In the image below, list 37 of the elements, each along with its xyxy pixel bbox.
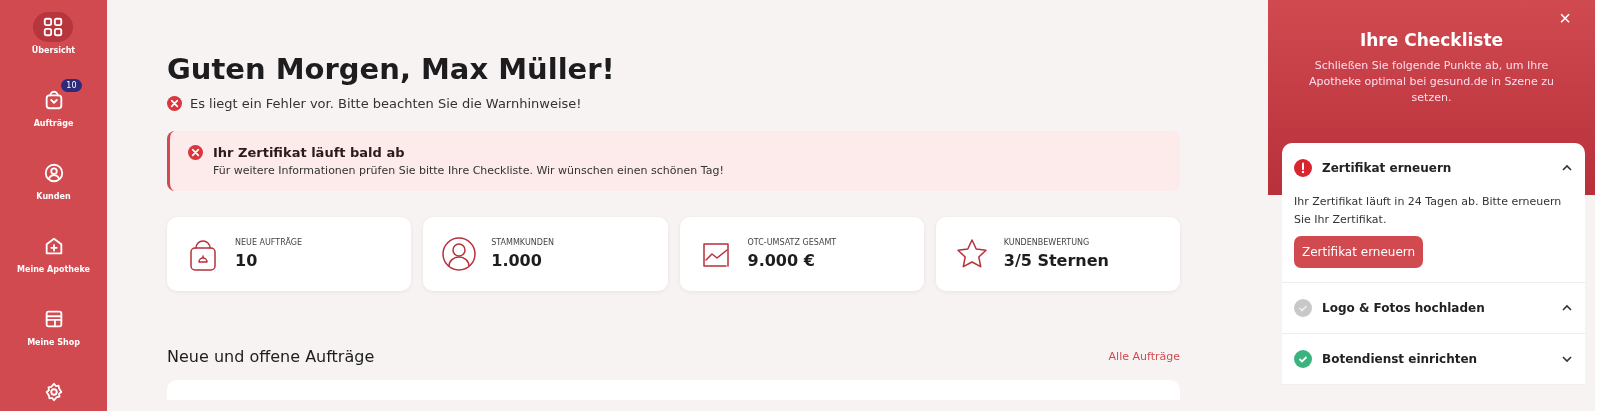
section-heading: Neue und offene Aufträge	[167, 347, 375, 366]
count-badge: 10	[61, 79, 82, 92]
stat-label: NEUE AUFTRÄGE	[235, 238, 302, 247]
checklist-subtitle: Schließen Sie folgende Punkte ab, um Ihre Apotheke optimal bei gesund.de in Szene zu setzen.	[1307, 58, 1556, 106]
chevron-icon[interactable]	[1561, 355, 1573, 364]
stat-value: 9.000 €	[747, 251, 816, 270]
checklist-item-text: Ihr Zertifikat läuft in 24 Tagen ab. Bitte erneuern Sie Ihr Zertifikat.	[1294, 194, 1563, 228]
checklist-title: Ihre Checkliste	[1358, 30, 1505, 50]
stat-label: STAMMKUNDEN	[491, 238, 554, 247]
chevron-icon[interactable]	[1561, 164, 1573, 172]
nav-label[interactable]: Meine Shop	[27, 338, 80, 347]
close-button[interactable]: ×	[1553, 6, 1577, 31]
error-message: Es liegt ein Fehler vor. Bitte beachten Sie die Warnhinweise!	[190, 96, 582, 111]
stat-value: 1.000	[491, 251, 543, 270]
renew-button[interactable]: Zertifikat erneuern	[1294, 236, 1424, 269]
all-orders-link[interactable]: Alle Aufträge	[1108, 350, 1180, 363]
alert-text: Für weitere Informationen prüfen Sie bitte Ihre Checkliste. Wir wünschen einen schönen Tag!	[213, 164, 724, 177]
nav-label[interactable]: Kunden	[36, 192, 71, 201]
person-icon	[441, 236, 478, 272]
stat-label: OTC-UMSATZ GESAMT	[747, 238, 837, 247]
stat-value: 10	[235, 251, 259, 270]
nav-label[interactable]: Aufträge	[33, 119, 74, 128]
checklist-item-title[interactable]: Zertifikat erneuern	[1322, 161, 1551, 175]
nav-label[interactable]: Übersicht	[31, 46, 76, 55]
nav-label[interactable]: Meine Apotheke	[17, 265, 90, 274]
grid-icon	[42, 16, 65, 38]
checklist-item-title[interactable]: Botendienst einrichten	[1322, 352, 1551, 367]
user-icon	[42, 162, 65, 184]
alert-title: Ihr Zertifikat läuft bald ab	[213, 145, 406, 160]
nav-item[interactable]	[33, 12, 74, 42]
chevron-icon[interactable]	[1561, 304, 1573, 313]
stat-label: KUNDENBEWERTUNG	[1003, 238, 1091, 247]
error-icon	[167, 96, 182, 111]
checklist-item-title[interactable]: Logo & Fotos hochladen	[1322, 301, 1551, 316]
stat-value: 3/5 Sternen	[1003, 251, 1109, 270]
greeting-heading: Guten Morgen, Max Müller!	[167, 52, 616, 86]
error-icon	[188, 145, 203, 160]
